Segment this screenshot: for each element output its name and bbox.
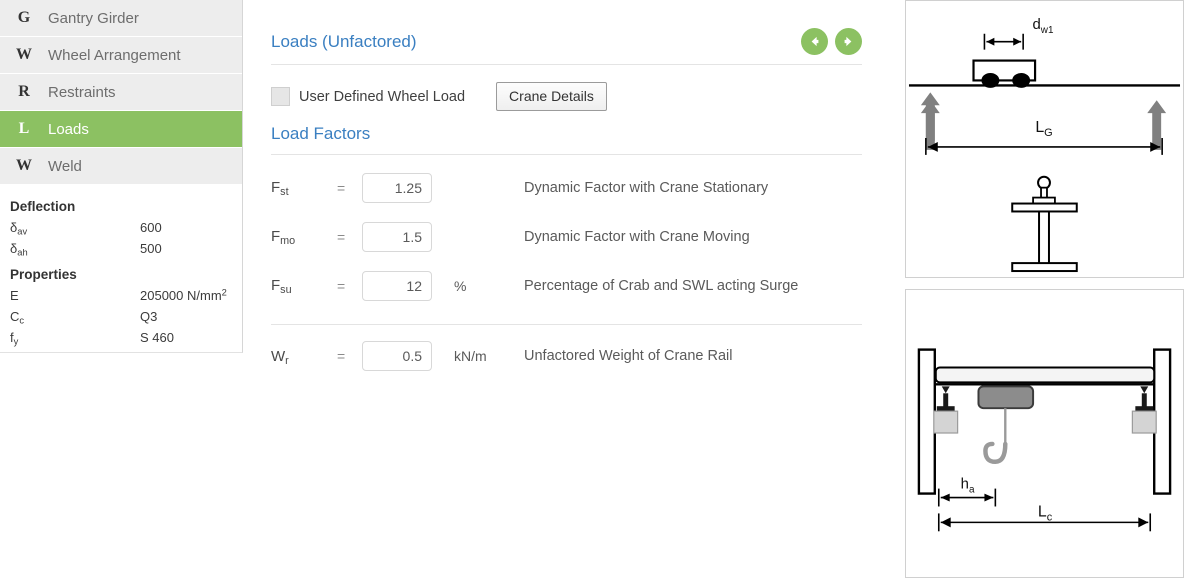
wr-input[interactable] (362, 341, 432, 371)
field-symbol: Wr (271, 347, 289, 367)
arrow-right-circle-icon[interactable] (835, 28, 862, 55)
properties-row-cc: Cc Q3 (10, 306, 242, 327)
arrow-left-circle-icon[interactable] (801, 28, 828, 55)
deflection-value: 600 (140, 220, 162, 235)
sidebar: G Gantry Girder W Wheel Arrangement R Re… (0, 0, 243, 353)
fmo-input[interactable] (362, 221, 432, 252)
properties-row-e: E 205000 N/mm2 (10, 285, 242, 306)
navigation-arrows (801, 28, 862, 55)
rail-weight-group: Wr = kN/m Unfactored Weight of Crane Rai… (271, 325, 862, 387)
sidebar-item-restraints[interactable]: R Restraints (0, 74, 242, 111)
deflection-key: δah (10, 241, 28, 258)
properties-key: E (10, 288, 19, 303)
properties-value: Q3 (140, 309, 158, 324)
fst-input[interactable] (362, 172, 432, 203)
divider (271, 154, 862, 155)
options-row: User Defined Wheel Load Crane Details (271, 82, 862, 111)
properties-value: 205000 N/mm2 (140, 287, 227, 303)
equals-sign: = (337, 228, 346, 245)
lg-label: LG (1035, 119, 1052, 139)
properties-row-fy: fy S 460 (10, 327, 242, 348)
field-row-fst: Fst = Dynamic Factor with Crane Stationa… (271, 163, 862, 212)
ha-label: ha (961, 477, 975, 496)
crane-details-button[interactable]: Crane Details (496, 82, 607, 111)
field-unit: % (454, 277, 467, 294)
sidebar-item-letter: L (18, 120, 30, 137)
sidebar-item-letter: W (16, 46, 32, 63)
user-defined-wheel-load-label: User Defined Wheel Load (299, 88, 466, 105)
sidebar-item-label: Wheel Arrangement (48, 46, 181, 64)
sidebar-item-gantry-girder[interactable]: G Gantry Girder (0, 0, 242, 37)
field-symbol: Fmo (271, 228, 296, 248)
properties-key: fy (10, 330, 19, 347)
field-description: Unfactored Weight of Crane Rail (524, 348, 733, 364)
field-row-fmo: Fmo = Dynamic Factor with Crane Moving (271, 212, 862, 261)
sidebar-item-letter: R (18, 83, 30, 100)
main-content: Loads (Unfactored) User Defined Wheel Lo… (243, 0, 890, 578)
load-factors-group: Fst = Dynamic Factor with Crane Stationa… (271, 163, 862, 310)
sidebar-item-weld[interactable]: W Weld (0, 148, 242, 185)
equals-sign: = (337, 277, 346, 294)
sidebar-info: Deflection δav 600 δah 500 Properties E … (0, 185, 242, 348)
deflection-heading: Deflection (10, 199, 76, 214)
dw1-label: dw1 (1033, 17, 1054, 36)
sidebar-item-wheel-arrangement[interactable]: W Wheel Arrangement (0, 37, 242, 74)
app-root: G Gantry Girder W Wheel Arrangement R Re… (0, 0, 1190, 578)
field-row-fsu: Fsu = % Percentage of Crab and SWL actin… (271, 261, 862, 310)
field-description: Dynamic Factor with Crane Stationary (524, 179, 769, 196)
load-factors-heading: Load Factors (271, 124, 371, 143)
deflection-row-dav: δav 600 (10, 217, 242, 238)
field-symbol: Fsu (271, 277, 292, 297)
sidebar-item-letter: G (17, 9, 31, 26)
sidebar-item-label: Gantry Girder (48, 9, 139, 27)
deflection-row-dah: δah 500 (10, 238, 242, 259)
properties-value: S 460 (140, 330, 174, 345)
field-unit: kN/m (454, 348, 487, 364)
equals-sign: = (337, 179, 346, 196)
sidebar-item-label: Restraints (48, 83, 116, 101)
crane-bay-section-diagram: ha Lc (905, 289, 1184, 578)
field-description: Dynamic Factor with Crane Moving (524, 228, 750, 245)
section-header: Loads (Unfactored) (271, 0, 862, 65)
field-description: Percentage of Crab and SWL acting Surge (524, 277, 799, 294)
properties-heading: Properties (10, 267, 77, 282)
lc-label: Lc (1038, 503, 1053, 523)
sidebar-item-label: Loads (48, 120, 89, 138)
field-symbol: Fst (271, 179, 289, 199)
page-title: Loads (Unfactored) (271, 31, 417, 51)
deflection-key: δav (10, 220, 28, 237)
gantry-girder-elevation-diagram: dw1 LG (905, 0, 1184, 278)
fsu-input[interactable] (362, 270, 432, 301)
sidebar-item-letter: W (16, 157, 32, 174)
sidebar-item-loads[interactable]: L Loads (0, 111, 242, 148)
user-defined-wheel-load-checkbox[interactable] (271, 87, 290, 106)
field-row-wr: Wr = kN/m Unfactored Weight of Crane Rai… (271, 325, 862, 387)
deflection-value: 500 (140, 241, 162, 256)
properties-key: Cc (10, 309, 25, 326)
equals-sign: = (337, 348, 346, 364)
sidebar-item-label: Weld (48, 157, 82, 175)
